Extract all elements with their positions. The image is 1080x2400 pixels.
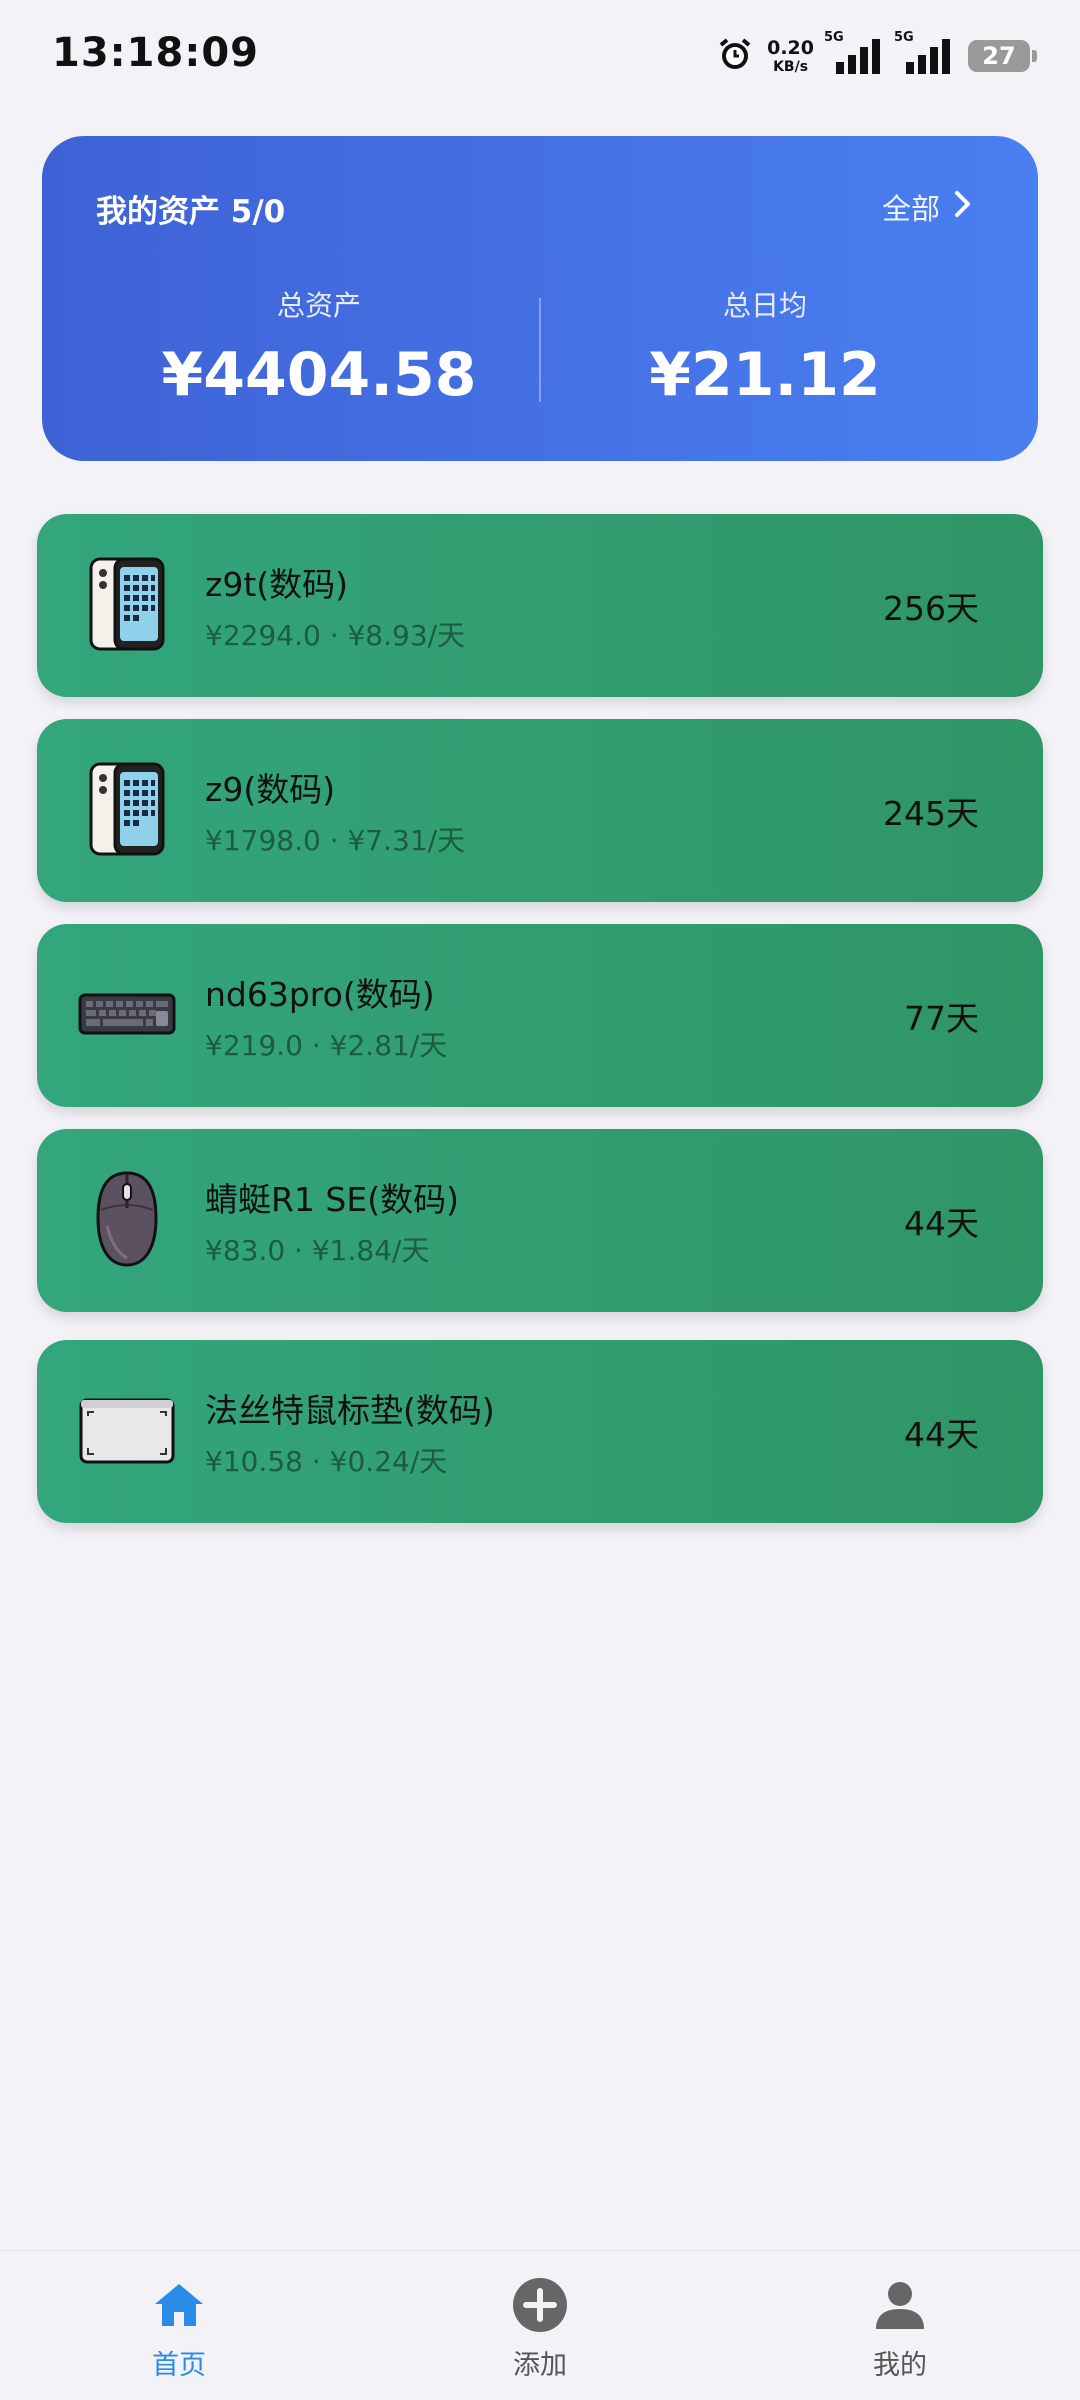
phone-icon: [75, 757, 179, 861]
nav-home[interactable]: 首页: [79, 2275, 279, 2382]
person-icon: [800, 2275, 1000, 2335]
sim1-tag: 5G: [824, 30, 844, 45]
keyboard-icon: [75, 962, 179, 1066]
nav-mine[interactable]: 我的: [800, 2275, 1000, 2382]
asset-detail: ¥2294.0 · ¥8.93/天: [205, 619, 466, 652]
daily-average-value: ¥21.12: [649, 340, 881, 410]
asset-detail: ¥1798.0 · ¥7.31/天: [205, 824, 466, 857]
chevron-right-icon: [954, 190, 972, 225]
asset-item[interactable]: z9(数码) ¥1798.0 · ¥7.31/天 245天: [37, 719, 1043, 902]
daily-average: 总日均 ¥21.12: [545, 284, 985, 410]
signal-icon-2: 5G: [894, 30, 954, 74]
net-speed-value: 0.20: [767, 36, 814, 59]
summary-divider: [539, 298, 541, 402]
total-assets-label: 总资产: [276, 289, 361, 322]
asset-name: z9(数码): [205, 770, 336, 809]
total-assets-value: ¥4404.58: [161, 340, 477, 410]
net-speed: 0.20 KB/s: [767, 36, 814, 75]
mousepad-icon: [75, 1378, 179, 1482]
status-bar: 13:18:09 0.20 KB/s 5G 5G 27: [0, 0, 1080, 115]
asset-days: 44天: [904, 1415, 979, 1454]
asset-days: 256天: [883, 589, 979, 628]
mouse-icon: [75, 1167, 179, 1271]
add-circle-icon: [440, 2275, 640, 2335]
status-icons: 0.20 KB/s 5G 5G 27: [717, 30, 1037, 78]
status-time: 13:18:09: [52, 30, 259, 76]
asset-item[interactable]: nd63pro(数码) ¥219.0 · ¥2.81/天 77天: [37, 924, 1043, 1107]
asset-detail: ¥10.58 · ¥0.24/天: [205, 1445, 448, 1478]
sim2-tag: 5G: [894, 30, 914, 45]
total-assets: 总资产 ¥4404.58: [99, 284, 539, 410]
asset-detail: ¥219.0 · ¥2.81/天: [205, 1029, 448, 1062]
signal-icon: 5G: [824, 30, 884, 74]
asset-days: 245天: [883, 794, 979, 833]
battery-icon: 27: [968, 40, 1037, 72]
asset-days: 77天: [904, 999, 979, 1038]
nav-add[interactable]: 添加: [440, 2275, 640, 2382]
daily-average-label: 总日均: [722, 289, 807, 322]
home-icon: [79, 2275, 279, 2335]
asset-days: 44天: [904, 1204, 979, 1243]
nav-home-label: 首页: [152, 2350, 206, 2381]
nav-mine-label: 我的: [873, 2350, 927, 2381]
alarm-icon: [717, 36, 753, 76]
nav-add-label: 添加: [513, 2350, 567, 2381]
asset-item[interactable]: z9t(数码) ¥2294.0 · ¥8.93/天 256天: [37, 514, 1043, 697]
asset-summary-card: 我的资产 5/0 全部 总资产 ¥4404.58 总日均 ¥21.12: [42, 136, 1038, 461]
bottom-nav: 首页 添加 我的: [0, 2250, 1080, 2400]
asset-name: nd63pro(数码): [205, 975, 435, 1014]
asset-name: z9t(数码): [205, 565, 349, 604]
net-speed-unit: KB/s: [773, 58, 809, 75]
asset-name: 蜻蜓R1 SE(数码): [205, 1180, 459, 1219]
phone-icon: [75, 552, 179, 656]
asset-detail: ¥83.0 · ¥1.84/天: [205, 1234, 430, 1267]
view-all-label: 全部: [881, 192, 940, 226]
asset-item[interactable]: 法丝特鼠标垫(数码) ¥10.58 · ¥0.24/天 44天: [37, 1340, 1043, 1523]
summary-title: 我的资产 5/0: [96, 194, 286, 230]
view-all-button[interactable]: 全部: [882, 186, 972, 228]
asset-item[interactable]: 蜻蜓R1 SE(数码) ¥83.0 · ¥1.84/天 44天: [37, 1129, 1043, 1312]
asset-list: z9t(数码) ¥2294.0 · ¥8.93/天 256天 z9(数码) ¥1…: [37, 514, 1043, 1545]
asset-name: 法丝特鼠标垫(数码): [205, 1391, 495, 1430]
battery-level: 27: [982, 42, 1016, 70]
